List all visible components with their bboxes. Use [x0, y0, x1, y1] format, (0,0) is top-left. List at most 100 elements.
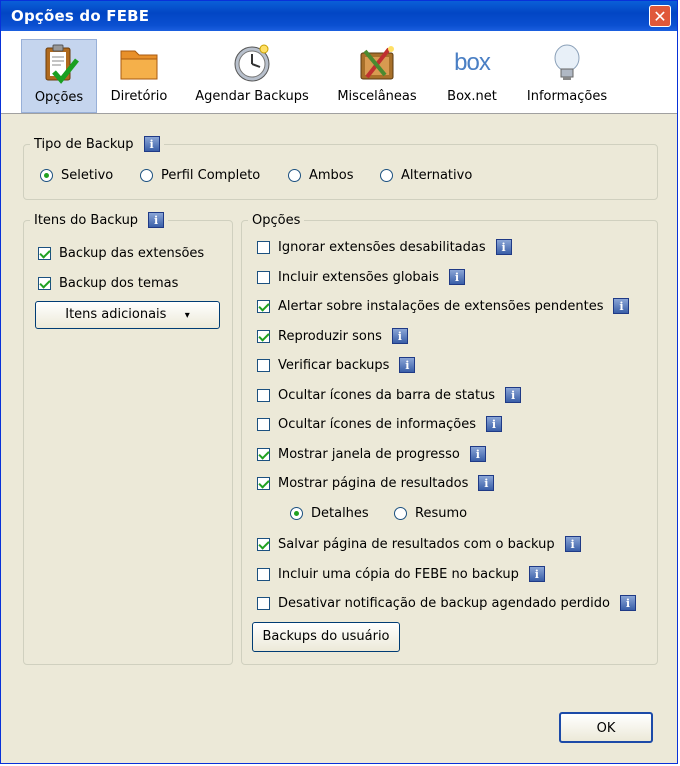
title-bar[interactable]: Opções do FEBE ✕: [1, 1, 677, 31]
check-show-progress-box[interactable]: [257, 447, 270, 461]
additional-items-label: Itens adicionais: [65, 307, 167, 322]
backup-type-info-icon[interactable]: i: [143, 136, 160, 152]
check-backup-extensions-box[interactable]: [38, 247, 51, 260]
backup-items-group: Itens do Backup i Backup das extensões B…: [23, 210, 233, 665]
check-verify-backups[interactable]: Verificar backups i: [257, 357, 416, 373]
check-save-results-label: Salvar página de resultados com o backup: [278, 536, 555, 552]
category-toolbar: Opções Diretório Agendar Backups Miscelâ…: [1, 31, 677, 114]
check-play-sounds-box[interactable]: [257, 329, 270, 343]
info-icon[interactable]: i: [564, 536, 581, 552]
check-hide-info-icons-label: Ocultar ícones de informações: [278, 416, 477, 432]
radio-full-profile-control[interactable]: [140, 169, 153, 182]
ok-button[interactable]: OK: [559, 712, 653, 743]
tab-boxnet-label: Box.net: [447, 89, 497, 104]
info-icon[interactable]: i: [505, 387, 522, 403]
tab-information[interactable]: Informações: [517, 39, 617, 113]
check-include-febe-copy-box[interactable]: [257, 567, 270, 581]
user-backups-button[interactable]: Backups do usuário: [252, 622, 400, 652]
tab-miscellaneous[interactable]: Miscelâneas: [329, 39, 425, 113]
check-show-progress-label: Mostrar janela de progresso: [278, 446, 460, 462]
check-show-results[interactable]: Mostrar página de resultados i: [257, 475, 495, 491]
chevron-down-icon: ▾: [184, 310, 190, 321]
tab-schedule-backups-label: Agendar Backups: [195, 89, 309, 104]
check-include-febe-copy-label: Incluir uma cópia do FEBE no backup: [278, 566, 519, 582]
options-legend: Opções: [248, 210, 305, 230]
info-icon[interactable]: i: [495, 239, 512, 255]
clipboard-check-icon: [45, 44, 79, 84]
info-icon[interactable]: i: [469, 446, 486, 462]
radio-summary[interactable]: Resumo: [394, 506, 467, 521]
check-play-sounds-label: Reproduzir sons: [278, 328, 382, 344]
tools-icon: [360, 46, 394, 80]
check-show-results-box[interactable]: [257, 476, 270, 490]
info-icon[interactable]: i: [399, 357, 416, 373]
check-include-global-label: Incluir extensões globais: [278, 269, 440, 285]
tab-options[interactable]: Opções: [21, 39, 97, 113]
radio-alternative[interactable]: Alternativo: [380, 168, 472, 183]
check-disable-missed-notification-box[interactable]: [257, 596, 270, 610]
check-verify-backups-box[interactable]: [257, 358, 270, 372]
radio-full-profile[interactable]: Perfil Completo: [140, 168, 260, 183]
check-hide-statusbar-icons-box[interactable]: [257, 388, 270, 402]
check-save-results-box[interactable]: [257, 537, 270, 551]
check-ignore-disabled-box[interactable]: [257, 240, 270, 254]
backup-type-legend: Tipo de Backup i: [30, 134, 164, 154]
info-icon[interactable]: i: [449, 269, 466, 285]
close-button[interactable]: ✕: [649, 5, 671, 27]
tab-directory[interactable]: Diretório: [101, 39, 177, 113]
backup-type-group: Tipo de Backup i Seletivo Perfil Complet…: [23, 134, 658, 200]
additional-items-button[interactable]: Itens adicionais ▾: [35, 301, 220, 329]
window-title: Opções do FEBE: [11, 7, 150, 25]
backup-type-legend-label: Tipo de Backup: [34, 136, 134, 152]
radio-full-profile-label: Perfil Completo: [161, 168, 261, 183]
info-icon[interactable]: i: [486, 416, 503, 432]
info-icon[interactable]: i: [619, 595, 636, 611]
check-include-global-box[interactable]: [257, 270, 270, 284]
check-alert-pending[interactable]: Alertar sobre instalações de extensões p…: [257, 298, 630, 314]
check-backup-themes[interactable]: Backup dos temas: [38, 276, 178, 291]
box-logo-icon: box: [454, 49, 491, 76]
radio-both-control[interactable]: [288, 169, 301, 182]
check-ignore-disabled[interactable]: Ignorar extensões desabilitadas i: [257, 239, 512, 255]
radio-summary-control[interactable]: [394, 507, 407, 520]
radio-details-control[interactable]: [290, 507, 303, 520]
check-ignore-disabled-label: Ignorar extensões desabilitadas: [278, 239, 486, 255]
check-backup-extensions[interactable]: Backup das extensões: [38, 246, 204, 261]
radio-summary-label: Resumo: [415, 506, 468, 521]
radio-details[interactable]: Detalhes: [290, 506, 369, 521]
radio-alternative-control[interactable]: [380, 169, 393, 182]
info-icon[interactable]: i: [613, 298, 630, 314]
backup-items-legend-label: Itens do Backup: [34, 212, 139, 228]
radio-selective-control[interactable]: [40, 169, 53, 182]
radio-selective[interactable]: Seletivo: [40, 168, 113, 183]
check-backup-themes-label: Backup dos temas: [59, 276, 179, 291]
radio-both[interactable]: Ambos: [288, 168, 354, 183]
check-alert-pending-label: Alertar sobre instalações de extensões p…: [278, 298, 604, 314]
check-include-febe-copy[interactable]: Incluir uma cópia do FEBE no backup i: [257, 566, 545, 582]
check-play-sounds[interactable]: Reproduzir sons i: [257, 328, 408, 344]
tab-schedule-backups[interactable]: Agendar Backups: [189, 39, 315, 113]
check-hide-statusbar-icons[interactable]: Ocultar ícones da barra de status i: [257, 387, 522, 403]
tab-directory-label: Diretório: [110, 89, 168, 104]
backup-items-legend: Itens do Backup i: [30, 210, 169, 230]
tab-boxnet[interactable]: box Box.net: [437, 39, 507, 113]
info-icon[interactable]: i: [478, 475, 495, 491]
tab-information-label: Informações: [526, 89, 608, 104]
lightbulb-icon: [554, 44, 580, 80]
options-dialog: Opções do FEBE ✕ Opções Diretório Agenda…: [0, 0, 678, 764]
check-disable-missed-notification[interactable]: Desativar notificação de backup agendado…: [257, 595, 636, 611]
tab-miscellaneous-label: Miscelâneas: [337, 89, 417, 104]
check-include-global[interactable]: Incluir extensões globais i: [257, 269, 466, 285]
backup-items-info-icon[interactable]: i: [148, 212, 165, 228]
options-group: Opções Ignorar extensões desabilitadas i…: [241, 210, 658, 665]
radio-selective-label: Seletivo: [61, 168, 114, 183]
check-alert-pending-box[interactable]: [257, 299, 270, 313]
info-icon[interactable]: i: [391, 328, 408, 344]
check-hide-info-icons[interactable]: Ocultar ícones de informações i: [257, 416, 503, 432]
info-icon[interactable]: i: [528, 566, 545, 582]
check-show-progress[interactable]: Mostrar janela de progresso i: [257, 446, 486, 462]
check-hide-info-icons-box[interactable]: [257, 417, 270, 431]
check-disable-missed-notification-label: Desativar notificação de backup agendado…: [278, 595, 610, 611]
check-backup-themes-box[interactable]: [38, 277, 51, 290]
check-save-results[interactable]: Salvar página de resultados com o backup…: [257, 536, 581, 552]
